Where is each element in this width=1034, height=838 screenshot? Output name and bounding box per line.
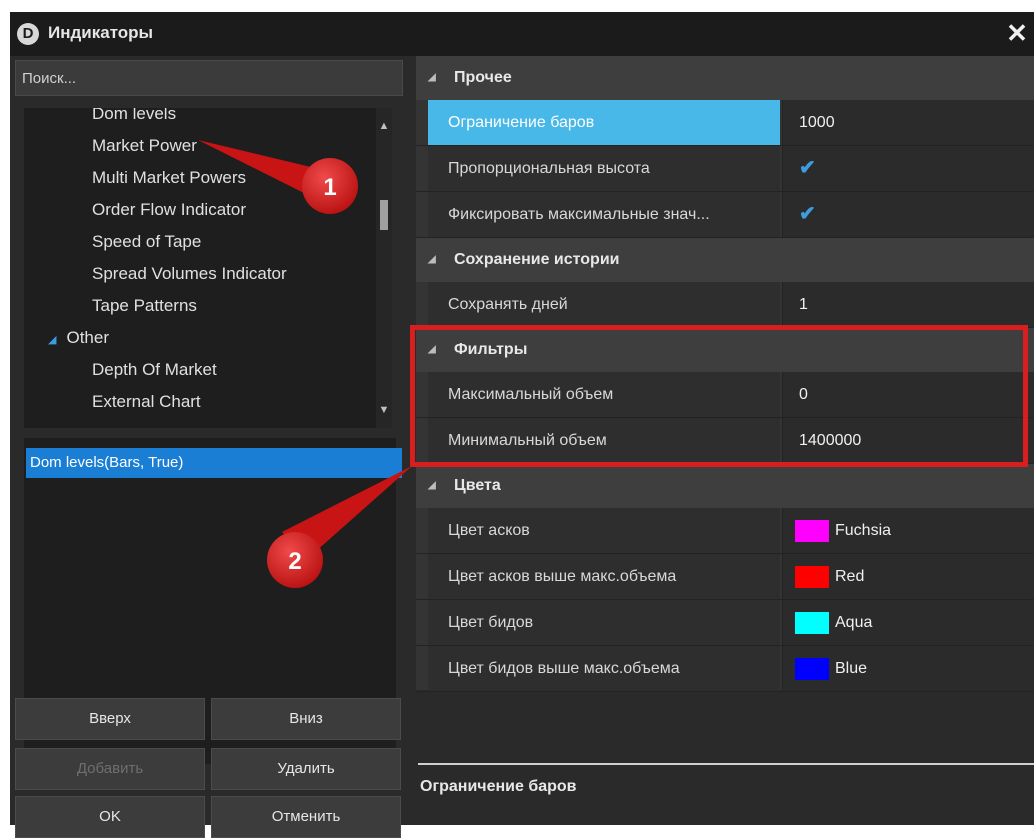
property-name: Цвет асков bbox=[428, 508, 780, 553]
property-name: Сохранять дней bbox=[428, 282, 780, 327]
property-row-fix-max-values[interactable]: Фиксировать максимальные знач... ✔ bbox=[416, 192, 1034, 238]
filters-highlight-frame bbox=[410, 325, 1028, 467]
tree-item-dom-levels[interactable]: Dom levels bbox=[24, 108, 376, 130]
property-name: Пропорциональная высота bbox=[428, 146, 780, 191]
collapse-arrow-icon[interactable]: ◢ bbox=[428, 238, 436, 282]
category-label: Сохранение истории bbox=[454, 251, 620, 268]
color-name: Aqua bbox=[835, 614, 873, 631]
search-input[interactable]: Поиск... bbox=[15, 60, 403, 96]
property-row-save-days[interactable]: Сохранять дней 1 bbox=[416, 282, 1034, 328]
add-button[interactable]: Добавить bbox=[15, 748, 205, 790]
tree-item-label: Other bbox=[66, 328, 109, 347]
tree-item-spread-volumes-indicator[interactable]: Spread Volumes Indicator bbox=[24, 258, 376, 290]
color-name: Red bbox=[835, 568, 865, 585]
indicator-tree: Dom levels Market Power Multi Market Pow… bbox=[24, 108, 392, 428]
property-row-bar-limit[interactable]: Ограничение баров 1000 bbox=[416, 100, 1034, 146]
property-name: Цвет бидов bbox=[428, 600, 780, 645]
scroll-thumb[interactable] bbox=[380, 200, 388, 230]
title-bar: D Индикаторы ✕ bbox=[10, 12, 1034, 56]
tree-item-order-flow-indicator[interactable]: Order Flow Indicator bbox=[24, 194, 376, 226]
description-divider bbox=[418, 763, 1034, 765]
window-title: Индикаторы bbox=[48, 23, 154, 42]
property-name: Фиксировать максимальные знач... bbox=[428, 192, 780, 237]
ok-button[interactable]: OK bbox=[15, 796, 205, 838]
tree-group-other[interactable]: ◢ Other bbox=[24, 322, 376, 354]
move-up-button[interactable]: Вверх bbox=[15, 698, 205, 740]
property-name: Цвет бидов выше макс.объема bbox=[428, 646, 780, 691]
tree-item-label: External Chart bbox=[92, 392, 201, 411]
category-colors[interactable]: ◢ Цвета bbox=[416, 464, 1034, 508]
cancel-button[interactable]: Отменить bbox=[211, 796, 401, 838]
tree-item-label: Tape Patterns bbox=[92, 296, 197, 315]
tree-item-label: Spread Volumes Indicator bbox=[92, 264, 287, 283]
property-name: Цвет асков выше макс.объема bbox=[428, 554, 780, 599]
property-value[interactable]: Blue bbox=[782, 646, 1034, 691]
tree-item-market-power[interactable]: Market Power bbox=[24, 130, 376, 162]
property-value[interactable]: Red bbox=[782, 554, 1034, 599]
property-description-title: Ограничение баров bbox=[420, 778, 577, 795]
property-value[interactable]: ✔ bbox=[782, 146, 1034, 191]
scroll-down-arrow-icon[interactable]: ▼ bbox=[378, 404, 390, 416]
selected-indicator-item[interactable]: Dom levels(Bars, True) bbox=[26, 448, 402, 478]
tree-scrollbar[interactable]: ▲ ▼ bbox=[376, 108, 392, 428]
color-swatch[interactable] bbox=[795, 611, 829, 634]
move-down-button[interactable]: Вниз bbox=[211, 698, 401, 740]
close-icon[interactable]: ✕ bbox=[1002, 18, 1032, 48]
scroll-up-arrow-icon[interactable]: ▲ bbox=[378, 120, 390, 132]
tree-item-label: Speed of Tape bbox=[92, 232, 202, 251]
property-row-bid-color[interactable]: Цвет бидов Aqua bbox=[416, 600, 1034, 646]
tree-item-external-chart[interactable]: External Chart bbox=[24, 386, 376, 418]
color-name: Blue bbox=[835, 660, 868, 677]
property-row-proportional-height[interactable]: Пропорциональная высота ✔ bbox=[416, 146, 1034, 192]
delete-button[interactable]: Удалить bbox=[211, 748, 401, 790]
property-value[interactable]: ✔ bbox=[782, 192, 1034, 237]
property-value[interactable]: Aqua bbox=[782, 600, 1034, 645]
tree-item-label: Multi Market Powers bbox=[92, 168, 246, 187]
property-value[interactable]: 1000 bbox=[782, 100, 1034, 145]
collapse-arrow-icon[interactable]: ◢ bbox=[428, 464, 436, 508]
collapse-arrow-icon[interactable]: ◢ bbox=[428, 56, 436, 100]
property-value[interactable]: 1 bbox=[782, 282, 1034, 327]
tree-item-label: Market Power bbox=[92, 136, 197, 155]
checkbox-check-icon[interactable]: ✔ bbox=[799, 157, 816, 179]
tree-item-depth-of-market[interactable]: Depth Of Market bbox=[24, 354, 376, 386]
tree-item-speed-of-tape[interactable]: Speed of Tape bbox=[24, 226, 376, 258]
category-label: Прочее bbox=[454, 69, 512, 86]
tree-item-label: Depth Of Market bbox=[92, 360, 217, 379]
left-panel: Поиск... Dom levels Market Power Multi M… bbox=[10, 56, 408, 838]
color-name: Fuchsia bbox=[835, 522, 892, 539]
app-logo-icon: D bbox=[17, 23, 39, 45]
category-other[interactable]: ◢ Прочее bbox=[416, 56, 1034, 100]
property-row-bid-color-above-max[interactable]: Цвет бидов выше макс.объема Blue bbox=[416, 646, 1034, 692]
tree-item-label: Order Flow Indicator bbox=[92, 200, 246, 219]
category-label: Цвета bbox=[454, 477, 501, 494]
property-value[interactable]: Fuchsia bbox=[782, 508, 1034, 553]
tree-item-multi-market-powers[interactable]: Multi Market Powers bbox=[24, 162, 376, 194]
checkbox-check-icon[interactable]: ✔ bbox=[799, 203, 816, 225]
property-row-ask-color[interactable]: Цвет асков Fuchsia bbox=[416, 508, 1034, 554]
property-name: Ограничение баров bbox=[428, 100, 780, 145]
tree-item-label: Dom levels bbox=[92, 108, 177, 123]
color-swatch[interactable] bbox=[795, 565, 829, 588]
property-row-ask-color-above-max[interactable]: Цвет асков выше макс.объема Red bbox=[416, 554, 1034, 600]
expand-arrow-icon[interactable]: ◢ bbox=[48, 324, 56, 356]
category-history[interactable]: ◢ Сохранение истории bbox=[416, 238, 1034, 282]
tree-item-tape-patterns[interactable]: Tape Patterns bbox=[24, 290, 376, 322]
color-swatch[interactable] bbox=[795, 657, 829, 680]
color-swatch[interactable] bbox=[795, 519, 829, 542]
